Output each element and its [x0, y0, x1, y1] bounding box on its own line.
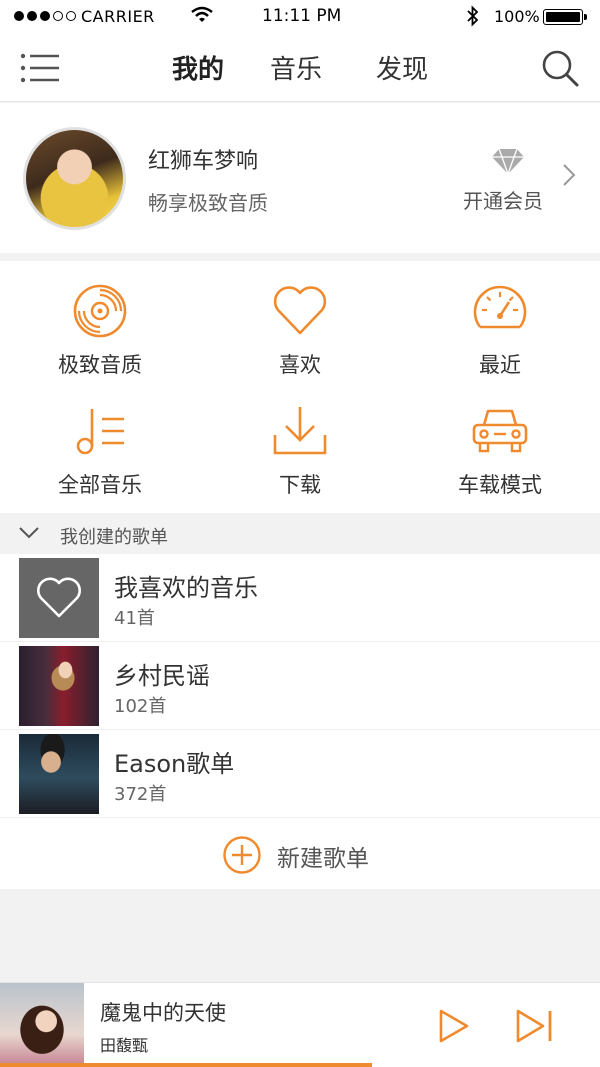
section-title: 我创建的歌单 [60, 527, 168, 548]
feature-download[interactable]: 下载 [200, 381, 400, 501]
music-list-icon [76, 409, 124, 455]
new-playlist-button[interactable]: 新建歌单 [0, 819, 600, 889]
feature-all-music[interactable]: 全部音乐 [0, 381, 200, 501]
vip-label: 开通会员 [463, 189, 543, 213]
wifi-icon [191, 6, 213, 22]
feature-label: 极致音质 [58, 353, 142, 377]
album-cover[interactable] [0, 983, 84, 1067]
plus-circle-icon [223, 836, 261, 874]
playlist-list: 我喜欢的音乐 41首 乡村民谣 102首 Eason歌单 372首 新建歌单 [0, 554, 600, 889]
playlist-cover [19, 734, 99, 814]
feature-car-mode[interactable]: 车载模式 [400, 381, 600, 501]
download-icon [273, 407, 327, 455]
status-bar: CARRIER 11:11 PM 100% [0, 0, 600, 34]
list-item[interactable]: 乡村民谣 102首 [0, 642, 600, 730]
carrier-label: CARRIER [81, 7, 155, 26]
battery-icon [543, 9, 587, 25]
signal-icon [14, 11, 76, 21]
vinyl-icon [73, 284, 127, 338]
next-track-icon[interactable] [515, 1009, 555, 1043]
new-playlist-label: 新建歌单 [277, 846, 369, 872]
chevron-right-icon [563, 164, 576, 186]
playlist-cover [19, 646, 99, 726]
feature-label: 最近 [479, 353, 521, 377]
heart-icon [273, 286, 327, 335]
playlist-count: 41首 [114, 608, 155, 629]
heart-icon [36, 577, 82, 618]
mini-player[interactable]: 魔鬼中的天使 田馥甄 [0, 982, 600, 1067]
car-icon [472, 409, 528, 453]
list-item[interactable]: Eason歌单 372首 [0, 730, 600, 818]
song-title: 魔鬼中的天使 [100, 1001, 226, 1025]
feature-label: 车载模式 [458, 473, 542, 497]
top-nav-bar: 我的 音乐 发现 [0, 34, 600, 102]
diamond-icon [492, 148, 524, 175]
playlist-name: 乡村民谣 [114, 662, 210, 690]
progress-fill [0, 1063, 372, 1067]
profile-slogan: 畅享极致音质 [148, 191, 268, 215]
playback-progress[interactable] [0, 1063, 600, 1067]
tab-music[interactable]: 音乐 [270, 49, 322, 86]
tab-discover[interactable]: 发现 [376, 49, 428, 86]
username: 红狮车梦响 [148, 149, 259, 174]
playlist-count: 372首 [114, 784, 167, 805]
playlist-name: 我喜欢的音乐 [114, 574, 258, 602]
feature-hifi[interactable]: 极致音质 [0, 261, 200, 381]
search-icon[interactable] [540, 48, 580, 88]
clock: 11:11 PM [262, 6, 342, 26]
tab-mine[interactable]: 我的 [172, 49, 224, 86]
artist-name: 田馥甄 [100, 1036, 149, 1055]
battery-percent: 100% [494, 7, 540, 26]
feature-label: 喜欢 [279, 353, 321, 377]
playlist-count: 102首 [114, 696, 167, 717]
feature-grid: 极致音质 喜欢 最近 全部音乐 下载 车载模式 [0, 261, 600, 513]
menu-icon[interactable] [20, 52, 60, 84]
my-playlists-header[interactable]: 我创建的歌单 [0, 514, 600, 554]
avatar[interactable] [23, 127, 126, 230]
profile-card[interactable]: 红狮车梦响 畅享极致音质 开通会员 [0, 103, 600, 253]
chevron-down-icon[interactable] [18, 526, 40, 540]
feature-label: 下载 [279, 473, 321, 497]
speedometer-icon [473, 285, 527, 329]
feature-recent[interactable]: 最近 [400, 261, 600, 381]
feature-label: 全部音乐 [58, 473, 142, 497]
playlist-name: Eason歌单 [114, 750, 235, 778]
playlist-cover [19, 558, 99, 638]
bluetooth-icon [467, 5, 479, 27]
list-item[interactable]: 我喜欢的音乐 41首 [0, 554, 600, 642]
play-icon[interactable] [438, 1009, 470, 1043]
feature-like[interactable]: 喜欢 [200, 261, 400, 381]
